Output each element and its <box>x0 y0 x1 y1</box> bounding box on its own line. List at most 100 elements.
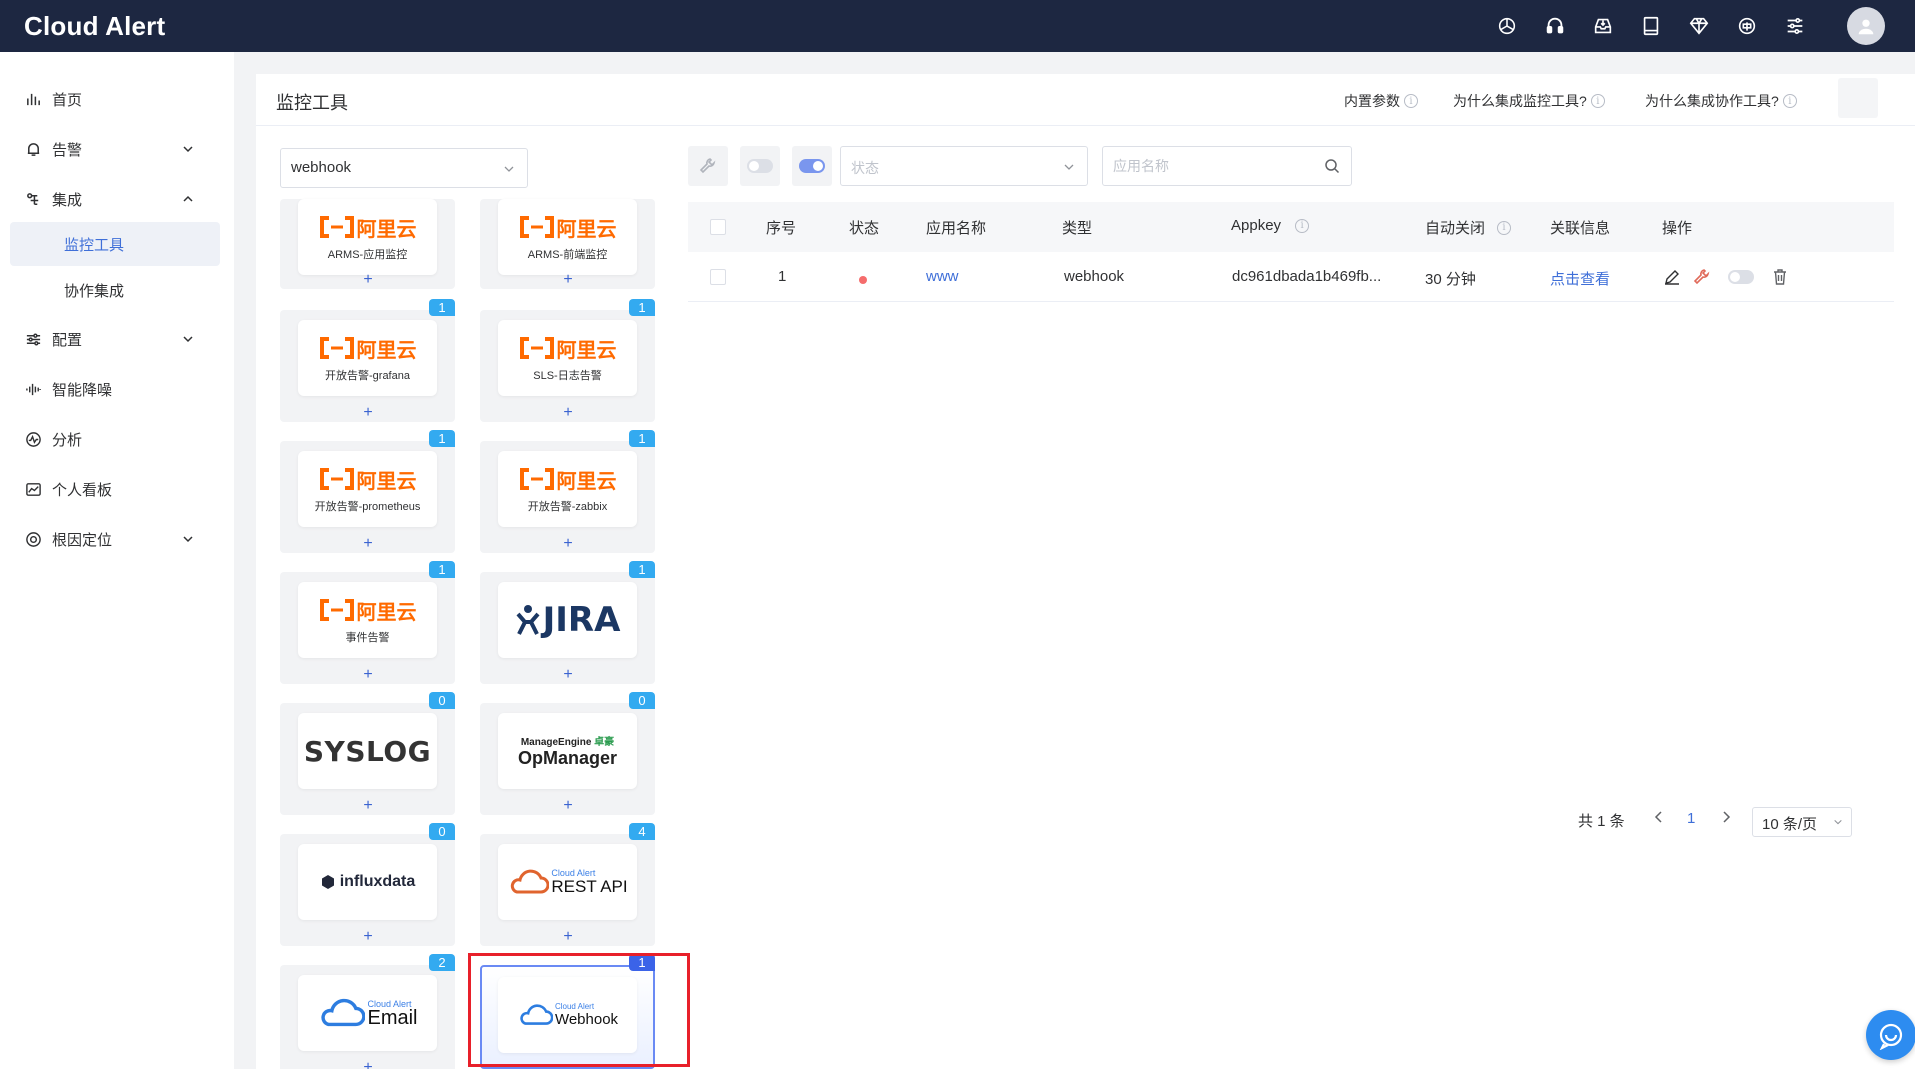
settings-sliders-icon[interactable] <box>1783 14 1807 38</box>
aliyun-logo: 阿里云 <box>519 213 617 242</box>
integration-card-zabbix[interactable]: 1 阿里云 开放告警-zabbix + <box>480 430 655 553</box>
col-type: 类型 <box>1062 220 1093 237</box>
card-logo: 阿里云 ARMS-前端监控 <box>498 199 637 275</box>
add-integration-button[interactable]: + <box>358 272 378 288</box>
sidebar-subitem-monitoring-tools[interactable]: 监控工具 <box>10 222 220 266</box>
aliyun-logo: 阿里云 <box>519 334 617 363</box>
add-integration-button[interactable]: + <box>558 536 578 552</box>
wrench-icon[interactable] <box>1691 266 1713 288</box>
add-integration-button[interactable]: + <box>558 798 578 814</box>
disable-all-toggle[interactable] <box>740 146 780 186</box>
sidebar: 首页 告警 集成 监控工具 协作集成 配置 智能降噪 分析 个人看板 根因定位 <box>0 52 234 1069</box>
sidebar-item-root-cause[interactable]: 根因定位 <box>0 519 234 559</box>
headset-icon[interactable] <box>1543 14 1567 38</box>
info-icon[interactable]: i <box>1295 218 1310 233</box>
view-related-link[interactable]: 点击查看 <box>1550 268 1610 289</box>
sidebar-item-config[interactable]: 配置 <box>0 319 234 359</box>
card-logo: JIRA <box>498 582 637 658</box>
sidebar-item-noise-reduction[interactable]: 智能降噪 <box>0 369 234 409</box>
next-page-button[interactable] <box>1721 810 1731 828</box>
add-integration-button[interactable]: + <box>358 929 378 945</box>
page-size-select[interactable]: 10 条/页 <box>1752 807 1852 837</box>
aliyun-logo: 阿里云 <box>319 465 417 494</box>
help-chat-button[interactable] <box>1866 1010 1915 1060</box>
enable-all-toggle[interactable] <box>792 146 832 186</box>
cell-index: 1 <box>778 268 787 285</box>
cloud-icon <box>511 869 550 894</box>
jira-figure-icon <box>516 605 540 635</box>
chevron-up-icon <box>183 195 193 202</box>
row-checkbox[interactable] <box>710 269 726 285</box>
status-select[interactable]: 状态 <box>840 146 1088 186</box>
chevron-down-icon <box>1064 164 1074 170</box>
manageengine-logo: ManageEngine 卓豪 <box>521 733 614 748</box>
card-name: ARMS-应用监控 <box>327 248 408 261</box>
highlight-annotation <box>468 953 690 1067</box>
sidebar-item-personal-dashboard[interactable]: 个人看板 <box>0 469 234 509</box>
why-monitoring-link[interactable]: 为什么集成监控工具? i <box>1453 91 1605 111</box>
sidebar-item-integration[interactable]: 集成 <box>0 179 234 219</box>
prev-page-button[interactable] <box>1654 810 1664 828</box>
edit-icon[interactable] <box>1661 266 1683 288</box>
col-actions: 操作 <box>1662 220 1693 237</box>
card-logo: ManageEngine 卓豪 OpManager <box>498 713 637 789</box>
inbox-icon[interactable] <box>1591 14 1615 38</box>
integration-card-syslog[interactable]: 0 SYSLOG + <box>280 692 455 815</box>
sidebar-item-home[interactable]: 首页 <box>0 79 234 119</box>
row-enable-toggle[interactable] <box>1728 270 1754 284</box>
add-integration-button[interactable]: + <box>358 1060 378 1069</box>
count-badge: 0 <box>429 823 455 840</box>
header-action-box[interactable] <box>1838 78 1878 118</box>
toggle-on-icon <box>799 159 825 173</box>
add-integration-button[interactable]: + <box>558 272 578 288</box>
integration-card-sls[interactable]: 1 阿里云 SLS-日志告警 + <box>480 299 655 422</box>
integration-type-select[interactable]: webhook <box>280 148 528 188</box>
sidebar-item-label: 告警 <box>52 141 83 159</box>
app-logo[interactable]: Cloud Alert <box>24 11 165 42</box>
chevron-right-icon <box>1723 811 1731 823</box>
integration-card-prometheus[interactable]: 1 阿里云 开放告警-prometheus + <box>280 430 455 553</box>
language-icon[interactable] <box>1735 14 1759 38</box>
add-integration-button[interactable]: + <box>358 798 378 814</box>
user-avatar[interactable] <box>1847 7 1885 45</box>
aliyun-logo: 阿里云 <box>319 596 417 625</box>
integration-card-jira[interactable]: 1 JIRA + <box>480 561 655 684</box>
card-name: 事件告警 <box>345 631 390 644</box>
count-badge: 2 <box>429 954 455 971</box>
add-integration-button[interactable]: + <box>358 667 378 683</box>
why-collaboration-link[interactable]: 为什么集成协作工具? i <box>1645 91 1797 111</box>
cell-appkey: dc961dbada1b469fb... <box>1232 268 1382 285</box>
integration-card-event-alert[interactable]: 1 阿里云 事件告警 + <box>280 561 455 684</box>
page-number-1[interactable]: 1 <box>1687 810 1695 827</box>
sidebar-item-analysis[interactable]: 分析 <box>0 419 234 459</box>
integration-card-influxdata[interactable]: 0 influxdata + <box>280 823 455 946</box>
sidebar-subitem-collaboration[interactable]: 协作集成 <box>10 268 220 312</box>
cell-app-name-link[interactable]: www <box>926 268 959 285</box>
add-integration-button[interactable]: + <box>358 536 378 552</box>
integration-card-arms-app[interactable]: 阿里云 ARMS-应用监控 + <box>280 199 455 289</box>
info-icon[interactable]: i <box>1497 220 1512 235</box>
add-integration-button[interactable]: + <box>558 405 578 421</box>
config-button[interactable] <box>688 146 728 186</box>
book-icon[interactable] <box>1639 14 1663 38</box>
sidebar-item-alerts[interactable]: 告警 <box>0 129 234 169</box>
select-all-checkbox[interactable] <box>710 219 726 235</box>
integration-card-grafana[interactable]: 1 阿里云 开放告警-grafana + <box>280 299 455 422</box>
add-integration-button[interactable]: + <box>558 667 578 683</box>
builtin-params-link[interactable]: 内置参数 i <box>1344 91 1418 111</box>
diamond-icon[interactable] <box>1687 14 1711 38</box>
integration-card-rest-api[interactable]: 4 Cloud Alert REST API + <box>480 823 655 946</box>
search-icon[interactable] <box>1324 158 1340 174</box>
add-integration-button[interactable]: + <box>558 929 578 945</box>
sidebar-subitem-label: 监控工具 <box>64 236 125 254</box>
integration-card-opmanager[interactable]: 0 ManageEngine 卓豪 OpManager + <box>480 692 655 815</box>
openai-icon[interactable] <box>1495 14 1519 38</box>
card-name: ARMS-前端监控 <box>527 248 608 261</box>
delete-icon[interactable] <box>1769 266 1791 288</box>
integration-card-arms-frontend[interactable]: 阿里云 ARMS-前端监控 + <box>480 199 655 289</box>
sidebar-item-label: 首页 <box>52 91 83 109</box>
app-name-search-input[interactable] <box>1102 146 1352 186</box>
integration-card-email[interactable]: 2 Cloud Alert Email + <box>280 954 455 1069</box>
add-integration-button[interactable]: + <box>358 405 378 421</box>
col-related: 关联信息 <box>1550 220 1611 237</box>
